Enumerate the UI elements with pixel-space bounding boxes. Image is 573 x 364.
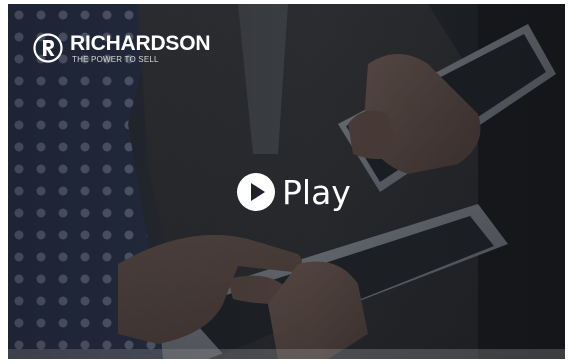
play-circle-icon [237,173,275,211]
richardson-r-logo-icon [33,33,63,63]
video-player[interactable]: RICHARDSON THE POWER TO SELL Play [8,4,565,359]
play-label: Play [282,172,351,212]
brand-tagline: THE POWER TO SELL [72,54,159,64]
brand-name: RICHARDSON [70,31,211,55]
video-embed-frame: RICHARDSON THE POWER TO SELL Play [0,0,573,364]
richardson-logo: RICHARDSON THE POWER TO SELL [32,31,211,64]
play-button[interactable]: Play [236,172,351,212]
